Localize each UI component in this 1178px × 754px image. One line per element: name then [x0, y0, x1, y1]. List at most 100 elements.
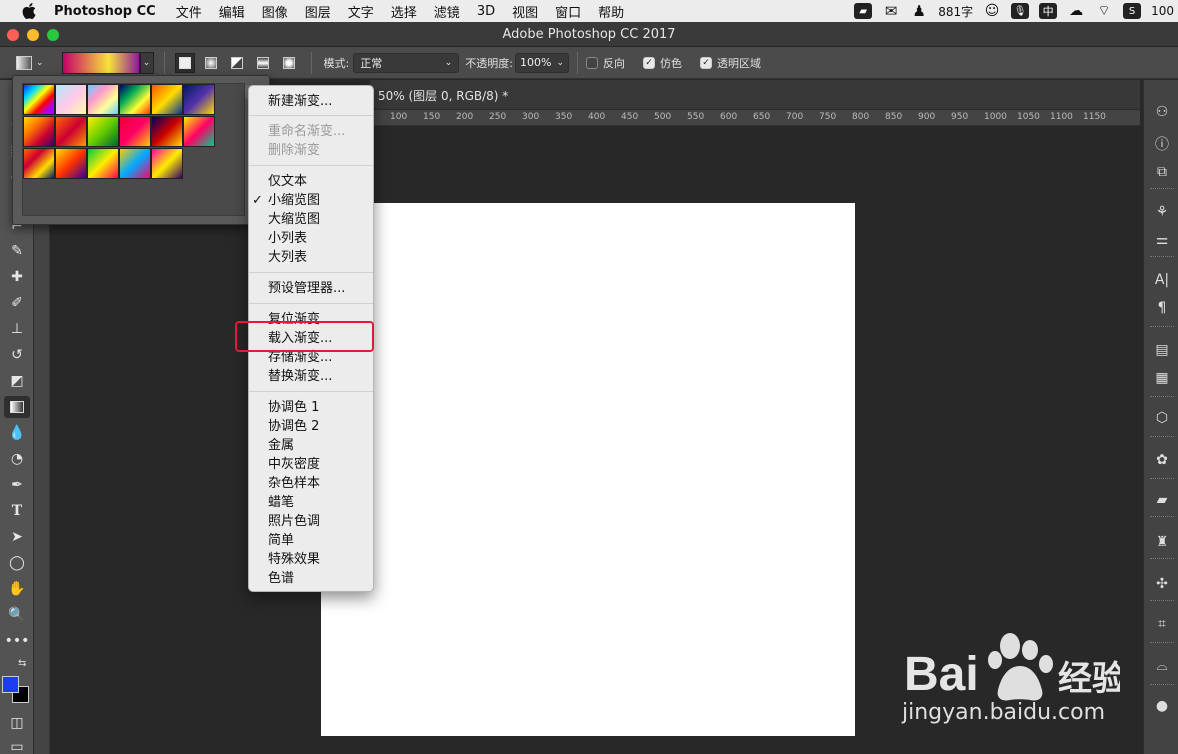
mode-select[interactable]: 正常 ⌄	[353, 52, 460, 73]
folder-icon[interactable]: ▰	[1152, 490, 1172, 510]
blur-tool-icon[interactable]: 💧	[4, 422, 30, 444]
menu-item-replace-gradients[interactable]: 替换渐变...	[268, 367, 332, 386]
menu-item-preset-set[interactable]: 协调色 2	[268, 417, 319, 436]
gradient-swatch[interactable]	[87, 148, 119, 179]
menu-filter[interactable]: 滤镜	[434, 2, 460, 21]
microphone-icon[interactable]: 🎙	[1011, 3, 1030, 19]
eraser-tool-icon[interactable]: ◩	[4, 370, 30, 392]
menu-item-preset-set[interactable]: 照片色调	[268, 512, 320, 531]
menu-item-large-list[interactable]: 大列表	[268, 248, 307, 267]
eyedropper-tool-icon[interactable]: ✎	[4, 240, 30, 262]
wifi-icon[interactable]: ⌔	[1095, 3, 1113, 19]
gradient-swatch[interactable]	[87, 84, 119, 115]
menu-item-preset-set[interactable]: 杂色样本	[268, 474, 320, 493]
menu-item-new-gradient[interactable]: 新建渐变...	[268, 92, 332, 111]
menu-3d[interactable]: 3D	[477, 4, 495, 19]
menu-image[interactable]: 图像	[262, 2, 288, 21]
emoji-icon[interactable]: ☺	[983, 3, 1001, 19]
chevron-down-icon[interactable]: ⌄	[36, 58, 44, 68]
gradient-swatch[interactable]	[151, 148, 183, 179]
app-name-menu[interactable]: Photoshop CC	[54, 4, 156, 19]
close-window-button[interactable]	[7, 29, 19, 41]
reverse-checkbox[interactable]	[585, 56, 598, 69]
gradient-swatch[interactable]	[183, 84, 215, 115]
menu-view[interactable]: 视图	[512, 2, 538, 21]
quick-mask-icon[interactable]: ◫	[4, 712, 30, 734]
gradient-dropdown-button[interactable]: ⌄	[139, 51, 154, 74]
s-app-icon[interactable]: S	[1123, 3, 1142, 19]
reflected-gradient-button[interactable]	[253, 53, 273, 73]
zoom-window-button[interactable]	[47, 29, 59, 41]
gradient-swatch[interactable]	[151, 116, 183, 147]
menu-item-preset-set[interactable]: 中灰密度	[268, 455, 320, 474]
angle-gradient-button[interactable]	[227, 53, 247, 73]
navigator-icon[interactable]: ▤	[1152, 340, 1172, 360]
qq-icon[interactable]: ♟	[910, 2, 928, 20]
gradient-tool-icon[interactable]	[4, 396, 30, 418]
swap-colors-icon[interactable]: ⇆	[18, 658, 26, 669]
ellipse-tool-icon[interactable]: ◯	[4, 552, 30, 574]
menu-file[interactable]: 文件	[176, 2, 202, 21]
menu-item-large-thumbnail[interactable]: 大缩览图	[268, 210, 320, 229]
menu-window[interactable]: 窗口	[555, 2, 581, 21]
gradient-swatch[interactable]	[119, 84, 151, 115]
wechat-icon[interactable]: ✉	[882, 2, 900, 20]
menu-select[interactable]: 选择	[391, 2, 417, 21]
pen-tool-icon[interactable]: ✒	[4, 474, 30, 496]
screen-mode-icon[interactable]: ▭	[4, 736, 30, 754]
linear-gradient-button[interactable]	[174, 52, 195, 73]
properties-icon[interactable]: ⧉	[1152, 162, 1172, 182]
gradient-preview[interactable]	[61, 51, 140, 74]
libraries-icon[interactable]: ⚇	[1152, 102, 1172, 122]
hand-tool-icon[interactable]: ✋	[4, 578, 30, 600]
type-tool-icon[interactable]: T	[4, 500, 30, 522]
menu-item-small-list[interactable]: 小列表	[268, 229, 307, 248]
document-canvas[interactable]	[321, 203, 855, 736]
notes-icon[interactable]: ▦	[1152, 368, 1172, 388]
dither-checkbox[interactable]: ✓	[642, 56, 655, 69]
adjustments-icon[interactable]: ⚌	[1152, 230, 1172, 250]
menu-help[interactable]: 帮助	[598, 2, 624, 21]
3d-icon[interactable]: ⬡	[1152, 408, 1172, 428]
transparency-checkbox[interactable]: ✓	[699, 56, 712, 69]
account-icon[interactable]: ●	[1152, 696, 1172, 716]
path-selection-tool-icon[interactable]: ➤	[4, 526, 30, 548]
tray-app-icon[interactable]: ▰	[854, 3, 873, 19]
menu-item-preset-set[interactable]: 色谱	[268, 569, 294, 588]
crop-icon[interactable]: ⌗	[1152, 614, 1172, 634]
opacity-field[interactable]: 100% ⌄	[514, 52, 569, 73]
creative-cloud-icon[interactable]: ☁	[1067, 3, 1085, 19]
apple-icon[interactable]	[20, 2, 38, 20]
menu-item-small-thumbnail[interactable]: 小缩览图	[268, 191, 320, 210]
menu-edit[interactable]: 编辑	[219, 2, 245, 21]
gradient-swatch[interactable]	[119, 116, 151, 147]
menu-item-preset-set[interactable]: 协调色 1	[268, 398, 319, 417]
menu-item-preset-set[interactable]: 特殊效果	[268, 550, 320, 569]
menu-item-preset-set[interactable]: 简单	[268, 531, 294, 550]
zoom-tool-icon[interactable]: 🔍	[4, 604, 30, 626]
gradient-swatch[interactable]	[151, 84, 183, 115]
gradient-swatch[interactable]	[55, 148, 87, 179]
menu-type[interactable]: 文字	[348, 2, 374, 21]
gradient-swatch[interactable]	[87, 116, 119, 147]
gradient-swatch[interactable]	[23, 84, 55, 115]
gradient-swatch[interactable]	[183, 116, 215, 147]
character-icon[interactable]: A|	[1152, 270, 1172, 290]
gradient-swatch[interactable]	[119, 148, 151, 179]
dodge-tool-icon[interactable]: ◔	[4, 448, 30, 470]
menu-layer[interactable]: 图层	[305, 2, 331, 21]
menu-item-preset-set[interactable]: 蜡笔	[268, 493, 294, 512]
minimize-window-button[interactable]	[27, 29, 39, 41]
input-method-icon[interactable]: 中	[1039, 3, 1058, 19]
history-brush-tool-icon[interactable]: ↺	[4, 344, 30, 366]
more-tools-icon[interactable]: •••	[4, 630, 30, 652]
gradient-swatch[interactable]	[55, 84, 87, 115]
healing-brush-tool-icon[interactable]: ✚	[4, 266, 30, 288]
clone-stamp-tool-icon[interactable]: ⊥	[4, 318, 30, 340]
info-icon[interactable]: ⓘ	[1152, 134, 1172, 154]
tool-preset-picker[interactable]	[14, 53, 34, 73]
menu-item-text-only[interactable]: 仅文本	[268, 172, 307, 191]
menu-item-preset-set[interactable]: 金属	[268, 436, 294, 455]
foreground-color-swatch[interactable]	[2, 676, 19, 693]
paragraph-icon[interactable]: ¶	[1152, 298, 1172, 318]
